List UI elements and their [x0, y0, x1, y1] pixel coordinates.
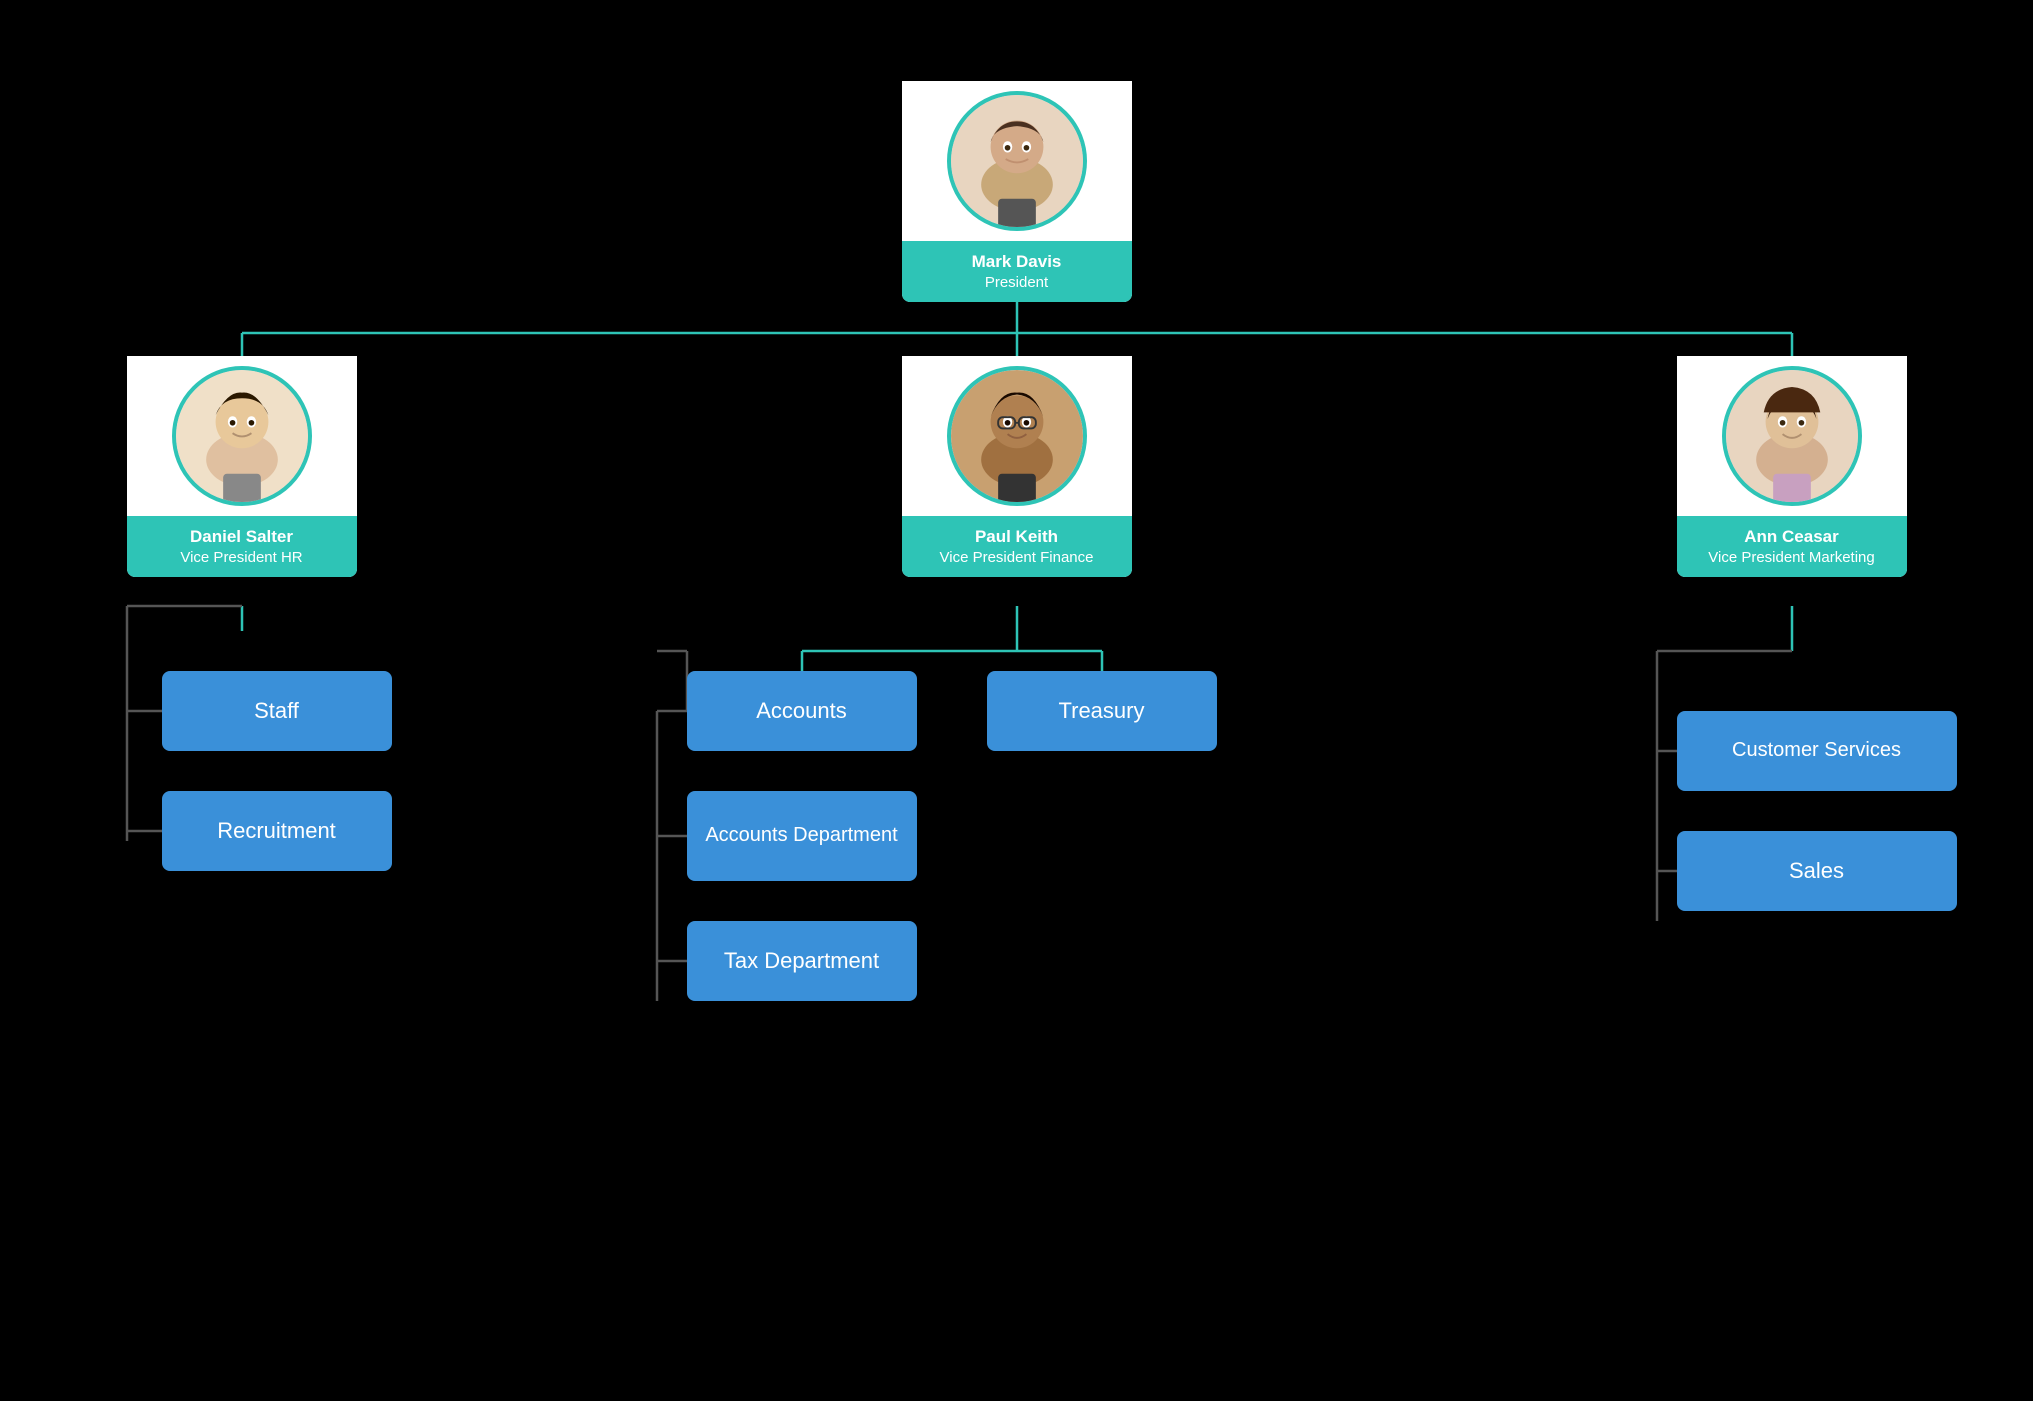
avatar-mark: [947, 91, 1087, 231]
card-photo-mark: [902, 81, 1132, 241]
person-title-ann: Vice President Marketing: [1685, 548, 1899, 568]
card-name-daniel: Daniel Salter Vice President HR: [127, 516, 357, 578]
person-title-mark: President: [910, 273, 1124, 293]
dept-box-tax-dept: Tax Department: [687, 921, 917, 1001]
card-photo-ann: [1677, 356, 1907, 516]
person-card-mark: Mark Davis President: [902, 81, 1132, 303]
card-photo-paul: [902, 356, 1132, 516]
dept-box-recruitment: Recruitment: [162, 791, 392, 871]
person-card-paul: Paul Keith Vice President Finance: [902, 356, 1132, 578]
dept-box-staff: Staff: [162, 671, 392, 751]
avatar-paul: [947, 366, 1087, 506]
person-card-daniel: Daniel Salter Vice President HR: [127, 356, 357, 578]
card-name-paul: Paul Keith Vice President Finance: [902, 516, 1132, 578]
dept-box-accounts: Accounts: [687, 671, 917, 751]
person-title-paul: Vice President Finance: [910, 548, 1124, 568]
org-chart: Mark Davis President: [67, 51, 1967, 1351]
person-card-ann: Ann Ceasar Vice President Marketing: [1677, 356, 1907, 578]
dept-box-treasury: Treasury: [987, 671, 1217, 751]
person-name-mark: Mark Davis: [910, 251, 1124, 273]
person-name-paul: Paul Keith: [910, 526, 1124, 548]
person-name-daniel: Daniel Salter: [135, 526, 349, 548]
person-title-daniel: Vice President HR: [135, 548, 349, 568]
card-photo-daniel: [127, 356, 357, 516]
card-name-ann: Ann Ceasar Vice President Marketing: [1677, 516, 1907, 578]
avatar-ann: [1722, 366, 1862, 506]
dept-box-customer-services: Customer Services: [1677, 711, 1957, 791]
person-name-ann: Ann Ceasar: [1685, 526, 1899, 548]
dept-box-accounts-dept: Accounts Department: [687, 791, 917, 881]
dept-box-sales: Sales: [1677, 831, 1957, 911]
avatar-daniel: [172, 366, 312, 506]
card-name-mark: Mark Davis President: [902, 241, 1132, 303]
